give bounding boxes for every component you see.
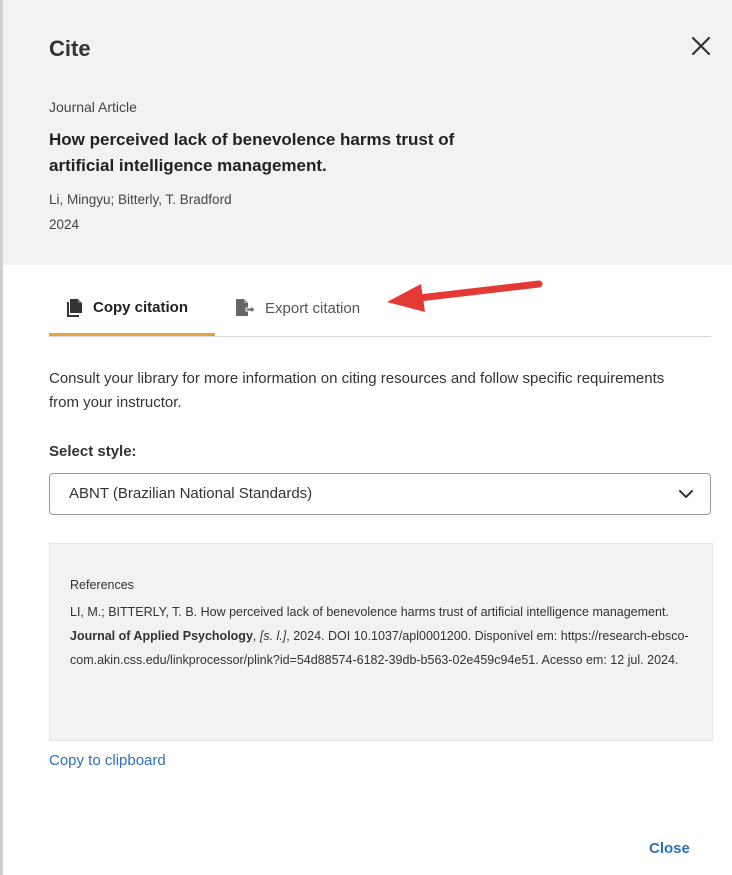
citation-style-select[interactable]: ABNT (Brazilian National Standards): [49, 473, 711, 515]
chevron-down-icon: [679, 490, 693, 498]
tab-export-citation-label: Export citation: [265, 299, 361, 317]
tab-export-citation[interactable]: Export citation: [233, 282, 393, 334]
citation-place: [s. l.]: [259, 629, 287, 643]
dialog-header: Cite Journal Article How perceived lack …: [3, 0, 732, 265]
references-heading: References: [70, 578, 134, 592]
style-select-label: Select style:: [49, 443, 137, 460]
copy-document-icon: [67, 298, 82, 317]
tab-copy-citation-label: Copy citation: [93, 299, 189, 316]
copy-to-clipboard-link[interactable]: Copy to clipboard: [49, 752, 166, 769]
document-title: How perceived lack of benevolence harms …: [49, 130, 455, 175]
tab-copy-citation[interactable]: Copy citation: [49, 282, 215, 336]
close-button[interactable]: Close: [649, 840, 690, 857]
document-type: Journal Article: [49, 99, 137, 115]
red-arrow-annotation: [387, 280, 543, 312]
dialog-title: Cite: [49, 36, 91, 61]
citation-part-1: LI, M.; BITTERLY, T. B. How perceived la…: [70, 605, 669, 619]
document-year: 2024: [49, 217, 80, 232]
citation-instructions: Consult your library for more informatio…: [49, 370, 665, 411]
close-icon[interactable]: [687, 32, 715, 60]
selected-style-value: ABNT (Brazilian National Standards): [69, 485, 313, 502]
citation-text: LI, M.; BITTERLY, T. B. How perceived la…: [70, 600, 698, 672]
citation-tabs: Copy citation Export citation: [49, 282, 711, 337]
citation-preview: References LI, M.; BITTERLY, T. B. How p…: [49, 543, 713, 741]
cite-dialog: Cite Journal Article How perceived lack …: [3, 0, 732, 875]
export-file-icon: [236, 299, 255, 316]
citation-journal: Journal of Applied Psychology: [70, 629, 253, 643]
document-authors: Li, Mingyu; Bitterly, T. Bradford: [49, 192, 232, 207]
citation-sep: ,: [252, 629, 260, 643]
